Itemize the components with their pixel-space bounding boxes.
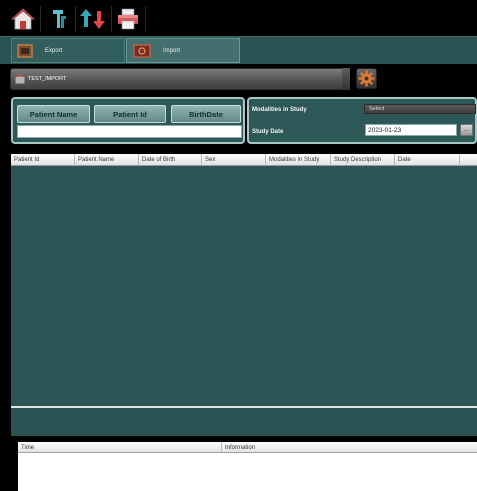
gear-icon bbox=[358, 70, 375, 87]
tab-import[interactable]: Import bbox=[126, 38, 240, 63]
results-grid-body[interactable] bbox=[11, 166, 477, 406]
settings-button[interactable] bbox=[356, 68, 377, 89]
modalities-select[interactable]: Select bbox=[364, 104, 476, 114]
column-date-of-birth[interactable]: Date of Birth bbox=[139, 154, 202, 166]
modalities-label: Modalities in Study bbox=[252, 107, 307, 113]
results-grid-header: Patient Id Patient Name Date of Birth Se… bbox=[11, 154, 477, 166]
export-icon bbox=[17, 43, 33, 58]
import-icon bbox=[133, 43, 151, 58]
query-button[interactable] bbox=[44, 6, 74, 32]
query-icon bbox=[53, 10, 66, 28]
date-picker-button[interactable]: ... bbox=[460, 124, 473, 136]
study-date-label: Study Date bbox=[252, 129, 284, 135]
toolbar-separator bbox=[40, 6, 41, 32]
log-grid-header: Time Information bbox=[18, 442, 477, 454]
profile-bar-dropdown[interactable] bbox=[342, 68, 350, 90]
column-date[interactable]: Date bbox=[395, 154, 460, 166]
column-filler bbox=[460, 154, 477, 166]
toolbar-separator bbox=[111, 6, 112, 32]
column-study-description[interactable]: Study Description bbox=[331, 154, 395, 166]
profile-icon bbox=[15, 74, 25, 83]
column-patient-name[interactable]: Patient Name bbox=[75, 154, 139, 166]
transfer-button[interactable] bbox=[78, 6, 108, 32]
birthdate-button[interactable]: BirthDate bbox=[171, 105, 241, 123]
patient-id-button[interactable]: Patient Id bbox=[94, 105, 166, 123]
tab-export[interactable]: Export bbox=[11, 38, 125, 63]
log-grid-body[interactable] bbox=[18, 453, 477, 491]
print-button[interactable] bbox=[113, 6, 143, 32]
status-band bbox=[11, 408, 477, 436]
home-icon bbox=[10, 8, 36, 30]
patient-name-button[interactable]: Patient Name bbox=[17, 105, 90, 123]
search-input[interactable] bbox=[17, 125, 242, 138]
profile-bar[interactable]: TEST_IMPORT bbox=[10, 68, 350, 90]
column-sex[interactable]: Sex bbox=[202, 154, 266, 166]
print-icon bbox=[118, 8, 138, 30]
transfer-icon bbox=[80, 9, 105, 29]
profile-name: TEST_IMPORT bbox=[28, 76, 67, 82]
toolbar-separator bbox=[75, 6, 76, 32]
study-date-input[interactable]: 2023-01-23 bbox=[365, 124, 457, 136]
tab-import-label: Import bbox=[163, 47, 181, 54]
column-patient-id[interactable]: Patient Id bbox=[11, 154, 75, 166]
home-button[interactable] bbox=[8, 6, 38, 32]
column-modalities[interactable]: Modalities in Study bbox=[266, 154, 331, 166]
toolbar-separator bbox=[145, 6, 146, 32]
tab-export-label: Export bbox=[45, 47, 63, 54]
